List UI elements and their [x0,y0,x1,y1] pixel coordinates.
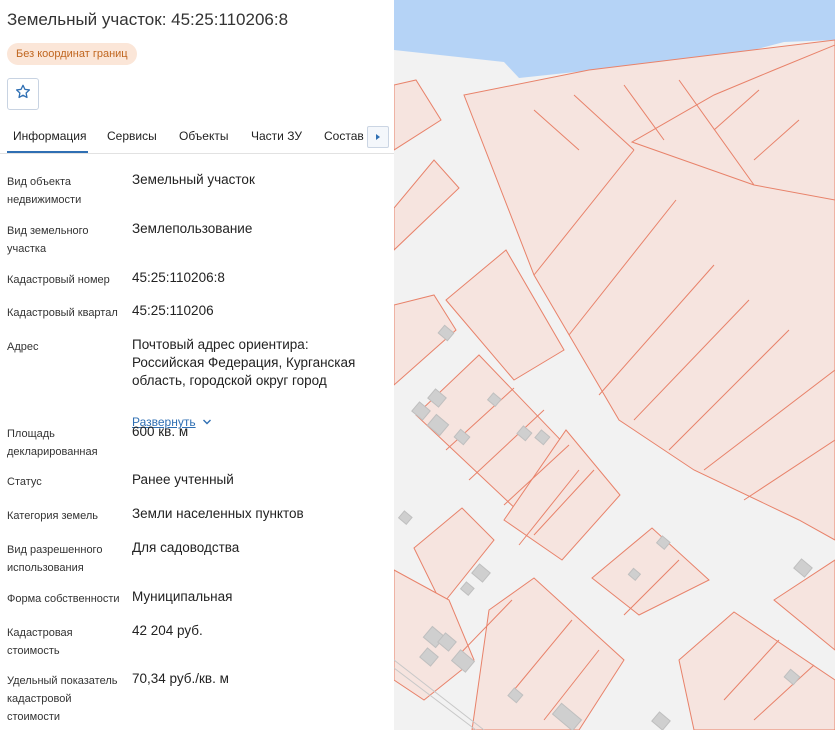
tab-services[interactable]: Сервисы [107,122,157,153]
tab-information[interactable]: Информация [7,122,88,153]
field-value: Для садоводства [132,540,240,555]
parcel-left-2 [394,159,460,251]
parcel-bottom-mid [471,577,625,730]
field-label: Статус [7,476,42,488]
chevron-right-icon [374,128,382,146]
field-label: Кадастровый квартал [7,307,118,319]
parcel-layer [394,39,835,730]
map-canvas[interactable] [394,0,835,730]
field-value: Земли населенных пунктов [132,506,304,521]
field-label: Вид объекта недвижимости [7,176,82,206]
field-label: Вид земельного участка [7,225,89,255]
field-value: Почтовый адрес ориентира: Российская Фед… [132,337,356,388]
parcel-bottom-center [591,527,710,616]
parcel-left-1 [394,79,442,151]
field-value: Ранее учтенный [132,472,234,487]
field-value: 42 204 руб. [132,623,203,638]
field-value: 45:25:110206:8 [132,270,225,285]
star-icon [15,84,31,105]
field-label: Форма собственности [7,593,120,605]
favorite-button[interactable] [7,78,39,110]
page-title: Земельный участок: 45:25:110206:8 [7,10,289,29]
tab-bar: Информация Сервисы Объекты Части ЗУ Сост… [0,122,394,154]
field-value: 70,34 руб./кв. м [132,671,229,686]
tab-parts[interactable]: Части ЗУ [251,122,302,153]
field-label: Категория земель [7,510,98,522]
field-value: 600 кв. м [132,424,189,439]
field-label: Адрес [7,341,39,353]
tabs-scroll-button[interactable] [367,126,389,148]
field-value: Земельный участок [132,172,255,187]
status-badge: Без координат границ [7,43,137,65]
map-view[interactable] [394,0,835,730]
info-panel: Земельный участок: 45:25:110206:8 Без ко… [0,0,394,730]
field-label: Кадастровая стоимость [7,627,73,657]
field-value: 45:25:110206 [132,303,214,318]
field-label: Площадь декларированная [7,428,98,458]
field-value: Муниципальная [132,589,233,604]
field-value: Землепользование [132,221,253,236]
field-label: Кадастровый номер [7,274,110,286]
tab-composition[interactable]: Состав [324,122,364,153]
tab-objects[interactable]: Объекты [179,122,229,153]
field-label: Удельный показатель кадастровой стоимост… [7,675,118,723]
field-label: Вид разрешенного использования [7,544,103,574]
